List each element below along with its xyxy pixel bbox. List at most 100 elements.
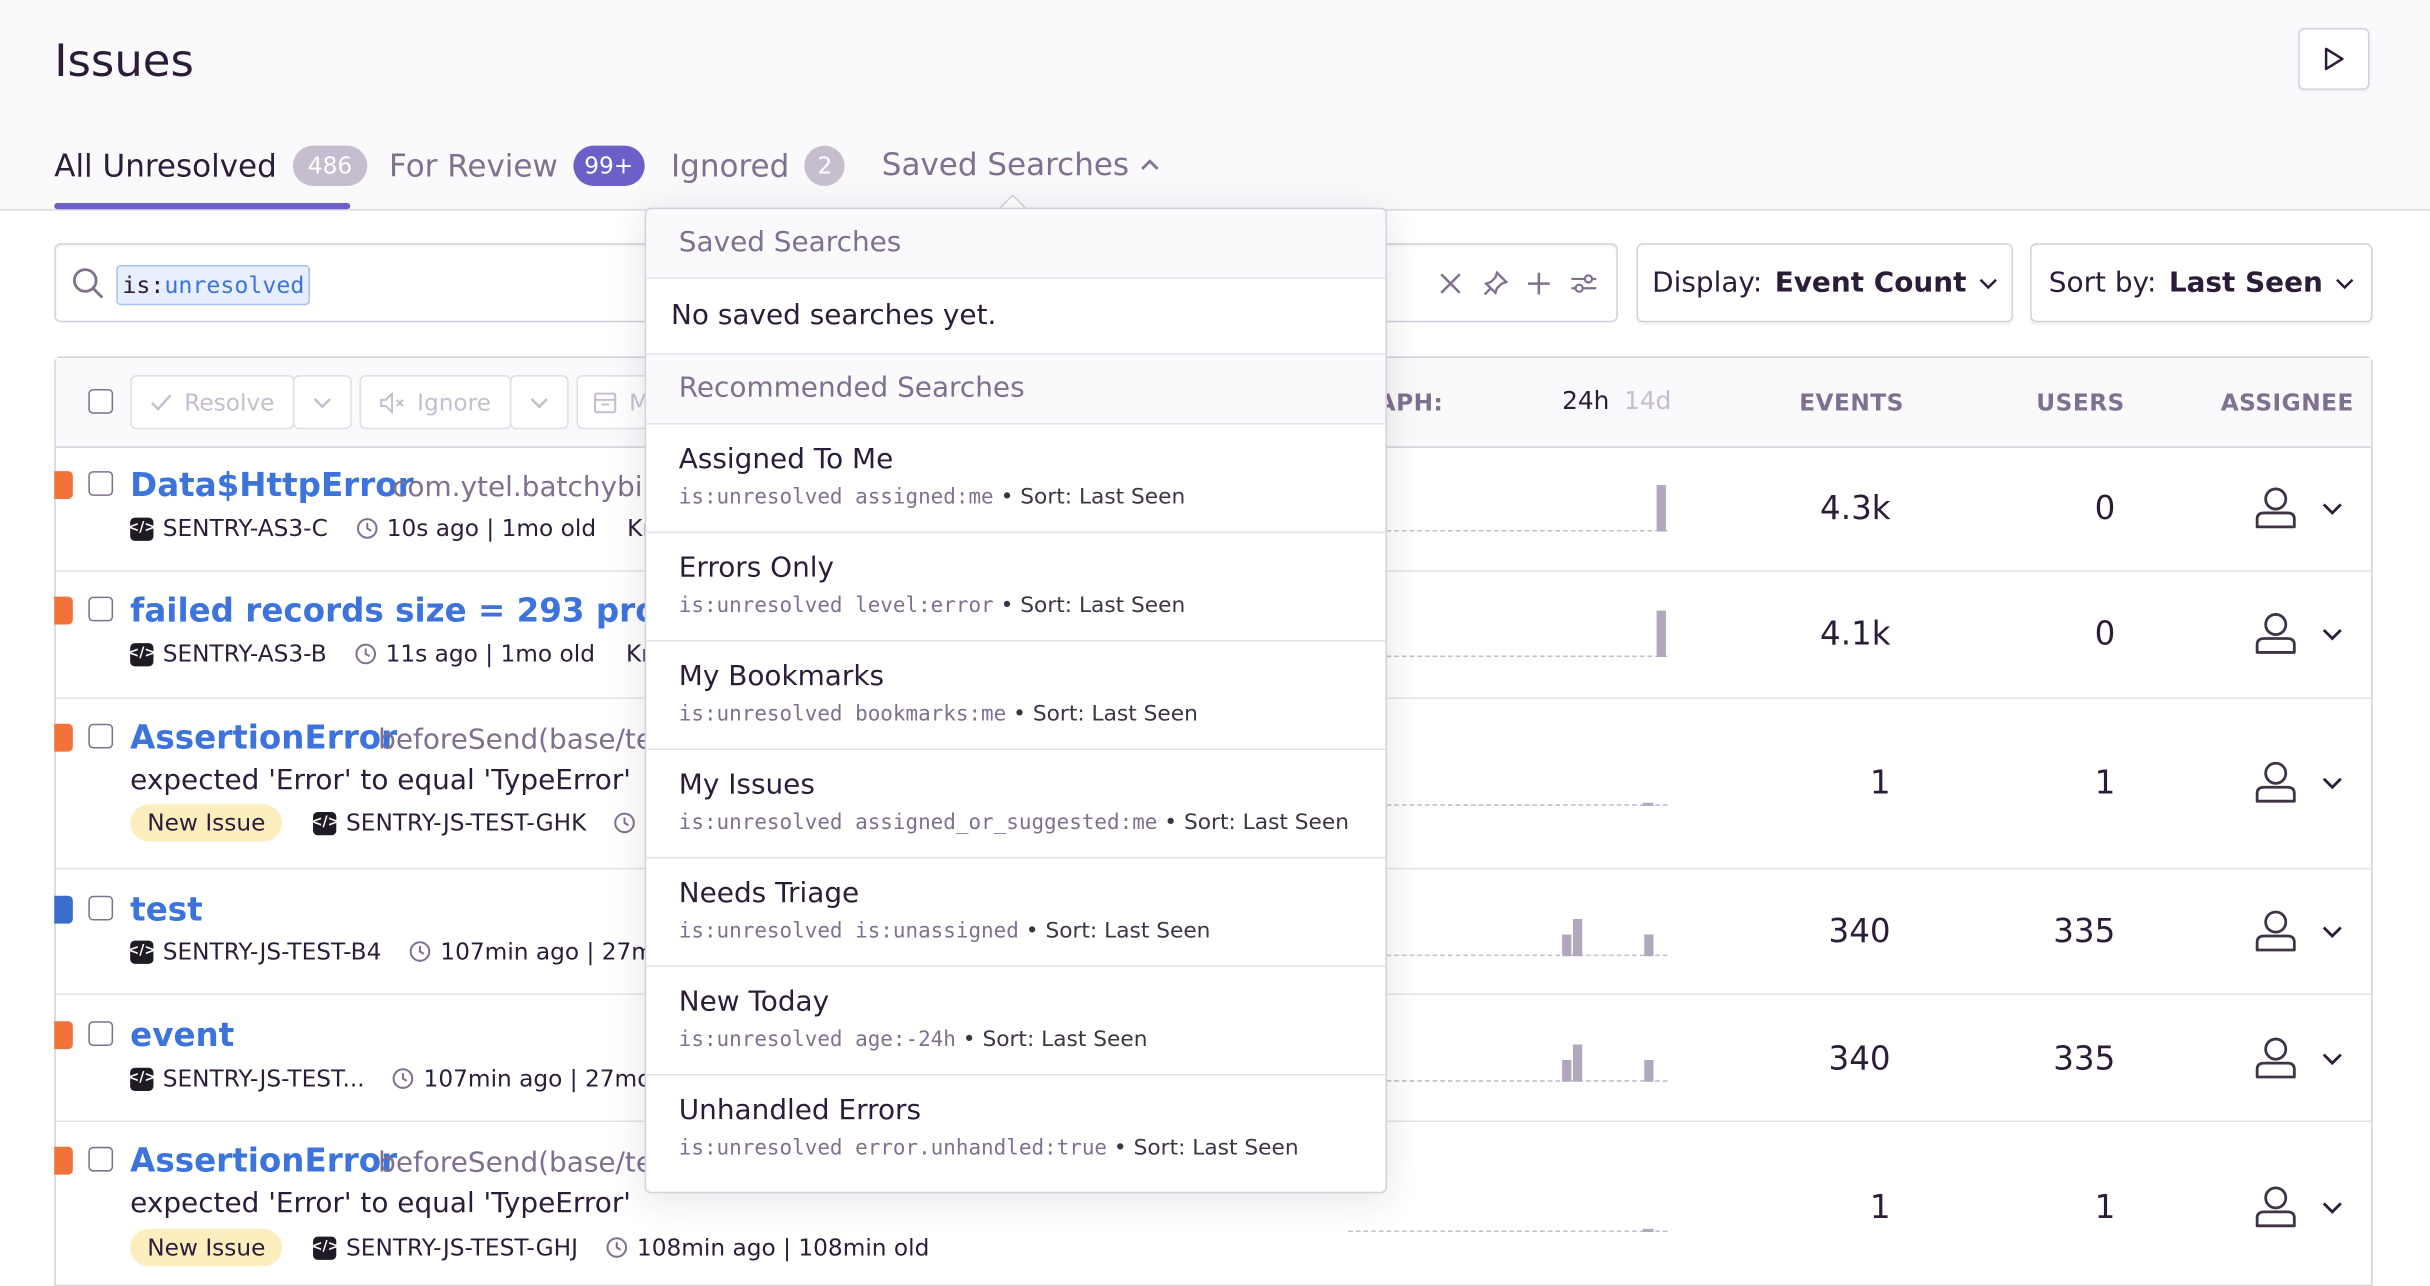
spark-bar	[1656, 610, 1666, 658]
row-checkbox[interactable]	[88, 471, 114, 496]
row-checkbox[interactable]	[88, 1021, 114, 1047]
resolve-button[interactable]: Resolve	[130, 375, 295, 430]
sort-dropdown[interactable]: Sort by: Last Seen	[2030, 243, 2373, 323]
event-count: 340	[1828, 1039, 1891, 1078]
event-sparkline	[1348, 604, 1668, 658]
issue-title-link[interactable]: AssertionError	[130, 1142, 397, 1179]
assignee-selector[interactable]	[2255, 612, 2343, 655]
recommended-search-unhandled-errors[interactable]: Unhandled Errors is:unresolved error.unh…	[646, 1075, 1385, 1183]
user-count: 1	[2094, 1188, 2116, 1226]
ignore-button[interactable]: Ignore	[359, 375, 512, 430]
ignore-options-button[interactable]	[509, 375, 569, 430]
level-indicator	[54, 1146, 73, 1175]
search-query-line: is:unresolved assigned:me • Sort: Last S…	[678, 485, 1186, 510]
seen-times: 10s ago | 1mo old	[386, 514, 597, 543]
event-count: 4.1k	[1820, 615, 1891, 653]
short-id[interactable]: SENTRY-JS-TEST-B4	[163, 938, 382, 966]
event-sparkline	[1348, 753, 1668, 806]
short-id[interactable]: SENTRY-JS-TEST-GHK	[346, 809, 586, 837]
short-id[interactable]: SENTRY-JS-TEST-GHJ	[346, 1234, 578, 1262]
active-tab-indicator	[54, 203, 351, 210]
project-icon: </>	[311, 811, 339, 835]
spark-bar	[1656, 485, 1666, 532]
row-checkbox[interactable]	[88, 723, 114, 749]
spark-bar	[1644, 934, 1654, 957]
issue-meta: New Issue </> SENTRY-JS-TEST-GHJ 108min …	[130, 1228, 929, 1267]
pin-icon[interactable]	[1482, 270, 1510, 298]
display-label: Display:	[1652, 266, 1763, 300]
issue-culprit: beforeSend(base/tes	[378, 1146, 668, 1180]
play-button[interactable]	[2298, 27, 2370, 90]
row-checkbox[interactable]	[88, 895, 114, 921]
short-id[interactable]: SENTRY-AS3-B	[163, 640, 327, 668]
clear-icon[interactable]	[1438, 271, 1463, 296]
search-input[interactable]: is:unresolved	[116, 264, 311, 306]
issue-title-link[interactable]: Data$HttpError	[130, 466, 414, 503]
count-badge: 99+	[573, 145, 645, 186]
saved-searches-menu: Saved Searches No saved searches yet. Re…	[644, 207, 1387, 1194]
user-count: 335	[2053, 1039, 2116, 1078]
resolve-label: Resolve	[184, 388, 275, 417]
search-query-line: is:unresolved age:-24h • Sort: Last Seen	[678, 1027, 1148, 1053]
recommended-search-assigned-to-me[interactable]: Assigned To Me is:unresolved assigned:me…	[646, 425, 1386, 534]
tab-label: Saved Searches	[881, 145, 1130, 183]
select-all-checkbox[interactable]	[88, 388, 114, 414]
clock-icon	[409, 941, 431, 962]
search-name: Unhandled Errors	[678, 1094, 922, 1127]
level-indicator	[54, 596, 73, 625]
assignee-selector[interactable]	[2255, 910, 2343, 953]
short-id[interactable]: SENTRY-JS-TEST...	[163, 1065, 365, 1093]
recommended-search-needs-triage[interactable]: Needs Triage is:unresolved is:unassigned…	[646, 859, 1386, 968]
chevron-down-icon	[2322, 628, 2342, 640]
seen-times: 11s ago | 1mo old	[385, 640, 595, 668]
assignee-selector[interactable]	[2255, 1037, 2343, 1080]
issue-culprit: beforeSend(base/tes	[378, 723, 668, 757]
issue-culprit: com.ytel.batchybille	[392, 471, 676, 504]
recommended-search-my-bookmarks[interactable]: My Bookmarks is:unresolved bookmarks:me …	[646, 642, 1386, 751]
spark-bar	[1562, 1059, 1572, 1082]
clock-icon	[614, 812, 636, 834]
assignee-selector[interactable]	[2255, 761, 2343, 804]
short-id[interactable]: SENTRY-AS3-C	[163, 515, 328, 543]
issue-title-link[interactable]: test	[130, 891, 203, 928]
spark-bar	[1572, 918, 1583, 957]
check-icon	[150, 393, 172, 411]
search-name: Errors Only	[678, 551, 835, 585]
tab-all-unresolved[interactable]: All Unresolved 486	[54, 145, 368, 186]
assignee-column-header: ASSIGNEE	[2220, 388, 2354, 417]
project-icon: </>	[128, 516, 156, 541]
tab-ignored[interactable]: Ignored 2	[671, 145, 846, 186]
search-name: My Bookmarks	[678, 660, 885, 693]
chevron-down-icon	[2322, 1201, 2342, 1214]
issue-title-link[interactable]: event	[130, 1017, 234, 1054]
tab-for-review[interactable]: For Review 99+	[389, 145, 645, 186]
user-count: 1	[2094, 764, 2116, 802]
tab-label: Ignored	[671, 147, 790, 185]
row-checkbox[interactable]	[88, 596, 114, 622]
tab-saved-searches[interactable]: Saved Searches	[882, 146, 1160, 183]
resolve-options-button[interactable]	[292, 375, 352, 430]
sliders-icon[interactable]	[1570, 271, 1598, 296]
issue-title-link[interactable]: AssertionError	[130, 719, 397, 756]
plus-icon[interactable]	[1526, 271, 1551, 296]
clock-icon	[356, 518, 377, 539]
display-dropdown[interactable]: Display: Event Count	[1636, 243, 2014, 323]
assignee-selector[interactable]	[2255, 1186, 2343, 1229]
issue-meta: </> SENTRY-AS3-B 11s ago | 1mo old KnobR	[128, 640, 702, 668]
chevron-down-icon	[530, 397, 548, 408]
assignee-selector[interactable]	[2255, 487, 2343, 530]
row-checkbox[interactable]	[88, 1146, 114, 1172]
search-query-line: is:unresolved bookmarks:me • Sort: Last …	[678, 702, 1198, 727]
search-query-line: is:unresolved is:unassigned • Sort: Last…	[678, 918, 1211, 944]
range-24h-toggle[interactable]: 24h	[1562, 386, 1609, 415]
recommended-search-my-issues[interactable]: My Issues is:unresolved assigned_or_sugg…	[646, 750, 1386, 859]
search-name: My Issues	[678, 768, 815, 802]
issue-meta: </> SENTRY-AS3-C 10s ago | 1mo old KnobF	[128, 514, 700, 543]
recommended-search-new-today[interactable]: New Today is:unresolved age:-24h • Sort:…	[646, 967, 1386, 1076]
search-name: Assigned To Me	[678, 443, 894, 476]
recommended-search-errors-only[interactable]: Errors Only is:unresolved level:error • …	[646, 533, 1386, 642]
archive-icon	[594, 391, 617, 413]
chevron-down-icon	[2335, 278, 2354, 289]
range-14d-toggle[interactable]: 14d	[1624, 386, 1671, 415]
chevron-down-icon	[2322, 502, 2342, 515]
